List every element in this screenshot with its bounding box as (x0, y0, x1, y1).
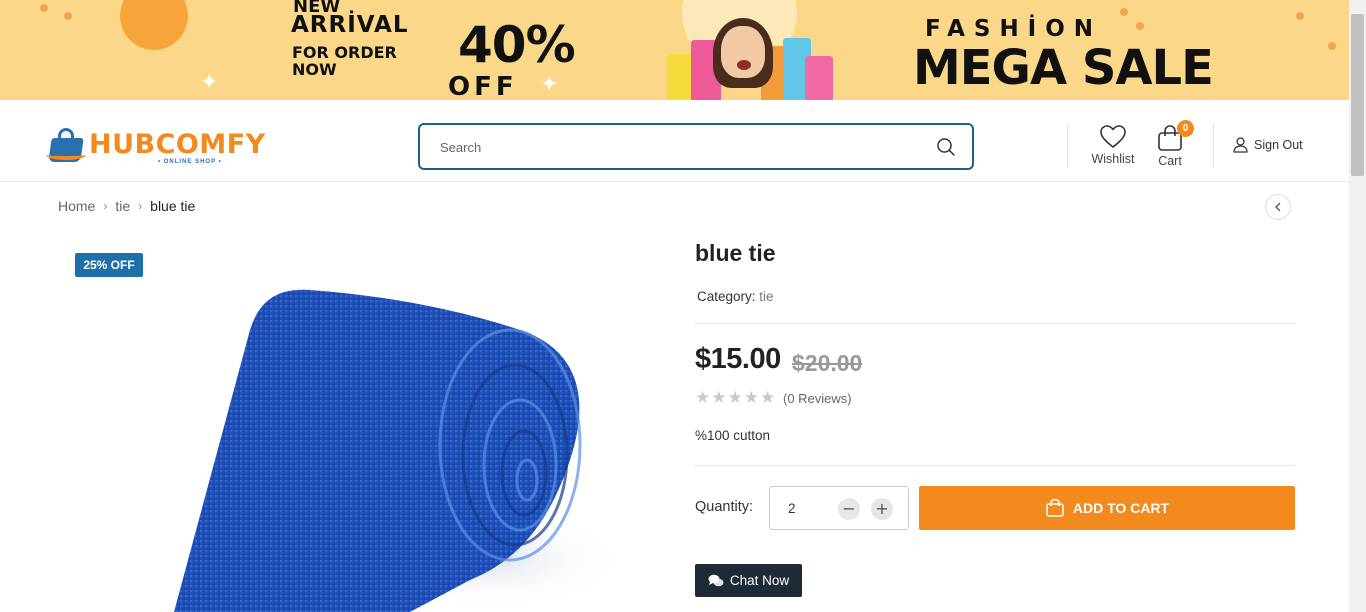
page: ✦ ✦ ✦ NEW ARRİVAL FOR ORDER NOW 40% OFF … (0, 0, 1366, 612)
banner-arrival-text: ARRİVAL (291, 12, 409, 38)
chevron-left-icon (1275, 202, 1281, 212)
user-icon (1233, 137, 1248, 153)
breadcrumb: Home › tie › blue tie (58, 198, 195, 214)
increase-quantity-button[interactable]: + (871, 498, 893, 520)
divider (695, 465, 1295, 466)
star-icon: ★ (743, 388, 759, 408)
reviews-count[interactable]: (0 Reviews) (783, 391, 852, 406)
sign-out-link[interactable]: Sign Out (1233, 137, 1303, 153)
chevron-right-icon: › (103, 199, 108, 213)
quantity-stepper: − + (769, 486, 909, 530)
banner-fashion-text: FASHİON (925, 16, 1103, 42)
cart-button[interactable]: 0 Cart (1153, 120, 1194, 168)
sign-out-label: Sign Out (1254, 138, 1303, 152)
shopping-bag-icon (805, 56, 833, 100)
star-icon: ★ (711, 388, 727, 408)
product-title: blue tie (695, 240, 776, 266)
product-description: %100 cutton (695, 428, 771, 443)
banner-shopper-image (665, 18, 835, 100)
banner-decor-circle (120, 0, 188, 50)
add-to-cart-button[interactable]: ADD TO CART (919, 486, 1295, 530)
quantity-input[interactable] (788, 498, 828, 518)
shopping-bag-logo-icon (46, 128, 86, 162)
back-button[interactable] (1265, 194, 1291, 220)
add-to-cart-label: ADD TO CART (1072, 500, 1170, 516)
shopper-face (721, 26, 765, 78)
banner-decor-dot (64, 12, 72, 20)
star-icon: ★ (727, 388, 743, 408)
cart-count-badge: 0 (1177, 120, 1194, 137)
star-icon: ★ (760, 388, 776, 408)
banner-decor-dot (1120, 8, 1128, 16)
breadcrumb-category[interactable]: tie (115, 198, 130, 214)
product-image[interactable] (140, 270, 620, 612)
sparkle-icon: ✦ (200, 70, 219, 95)
search-bar (418, 123, 974, 170)
star-icon: ★ (695, 388, 711, 408)
header-divider (1067, 124, 1068, 168)
cart-label: Cart (1158, 154, 1182, 168)
current-price: $15.00 (695, 343, 781, 375)
site-logo[interactable]: HUBCOMFY • ONLINE SHOP • (46, 124, 296, 170)
search-icon[interactable] (936, 137, 956, 157)
divider (695, 323, 1295, 324)
product-category: Category: tie (697, 289, 774, 304)
chat-now-button[interactable]: Chat Now (695, 564, 802, 597)
breadcrumb-current: blue tie (150, 198, 196, 214)
original-price: $20.00 (792, 350, 863, 376)
heart-icon (1100, 125, 1126, 148)
shopper-mouth (737, 60, 751, 70)
search-input[interactable] (440, 135, 920, 159)
banner-mega-sale-text: MEGA SALE (913, 40, 1214, 96)
wishlist-button[interactable]: Wishlist (1090, 124, 1136, 166)
banner-off-text: OFF (448, 72, 518, 100)
banner-decor-dot (40, 4, 48, 12)
discount-badge: 25% OFF (75, 253, 143, 277)
site-header: HUBCOMFY • ONLINE SHOP • Wishlist 0 Cart (0, 100, 1349, 182)
wishlist-label: Wishlist (1091, 152, 1135, 166)
chat-now-label: Chat Now (729, 573, 790, 588)
banner-now-text: NOW (292, 60, 337, 79)
rating-stars: ★ ★ ★ ★ ★ (695, 390, 775, 407)
logo-subtitle: • ONLINE SHOP • (158, 159, 222, 165)
page-scrollbar[interactable] (1349, 0, 1366, 612)
breadcrumb-home[interactable]: Home (58, 198, 95, 214)
shopping-bag-icon (1046, 498, 1064, 517)
sparkle-icon: ✦ (540, 72, 559, 97)
chevron-right-icon: › (138, 199, 143, 213)
promo-banner[interactable]: ✦ ✦ ✦ NEW ARRİVAL FOR ORDER NOW 40% OFF … (0, 0, 1349, 100)
header-divider (1213, 124, 1214, 168)
category-label: Category: (697, 289, 756, 304)
logo-text: HUBCOMFY (89, 129, 266, 160)
banner-discount-text: 40% (458, 16, 576, 74)
banner-decor-dot (1136, 22, 1144, 30)
quantity-label: Quantity: (695, 499, 754, 515)
banner-decor-dot (1296, 12, 1304, 20)
decrease-quantity-button[interactable]: − (838, 498, 860, 520)
scrollbar-thumb[interactable] (1351, 14, 1364, 176)
chat-bubbles-icon (708, 574, 724, 586)
banner-decor-dot (1328, 42, 1336, 50)
category-link[interactable]: tie (759, 289, 773, 304)
